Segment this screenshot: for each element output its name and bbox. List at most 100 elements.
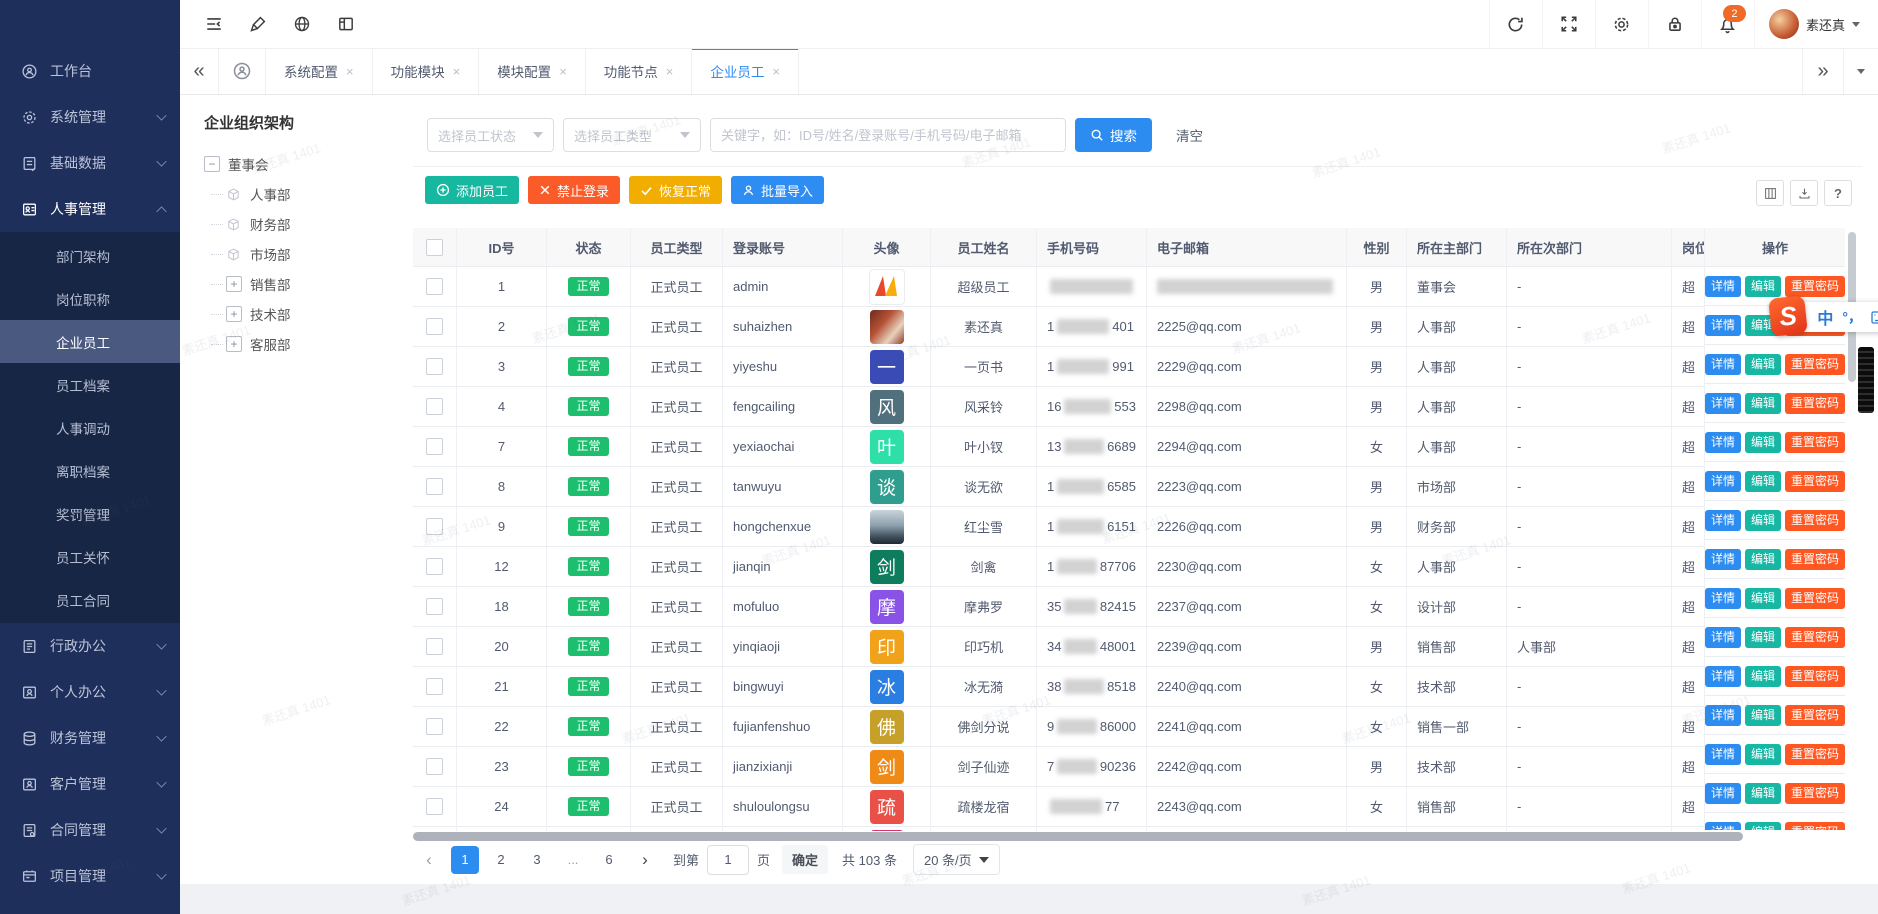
detail-button[interactable]: 详情 xyxy=(1705,276,1741,297)
reset-password-button[interactable]: 重置密码 xyxy=(1785,471,1845,492)
confirm-button[interactable]: 确定 xyxy=(782,845,828,874)
reset-password-button[interactable]: 重置密码 xyxy=(1785,627,1845,648)
menu-fold-icon[interactable] xyxy=(192,0,236,48)
row-checkbox[interactable] xyxy=(426,398,443,415)
tabs-scroll-left[interactable]: « xyxy=(180,48,219,94)
sidebar-item-7[interactable]: 客户管理 xyxy=(0,761,180,807)
globe-icon[interactable] xyxy=(280,0,324,48)
detail-button[interactable]: 详情 xyxy=(1705,432,1741,453)
ime-side-widget[interactable] xyxy=(1858,347,1874,413)
sidebar-subitem-6[interactable]: 奖罚管理 xyxy=(0,492,180,535)
user-menu[interactable]: 素还真 xyxy=(1754,0,1870,48)
detail-button[interactable]: 详情 xyxy=(1705,588,1741,609)
sidebar-item-3[interactable]: 人事管理 xyxy=(0,186,180,232)
reset-password-button[interactable]: 重置密码 xyxy=(1785,705,1845,726)
row-checkbox[interactable] xyxy=(426,318,443,335)
page-button-6[interactable]: 6 xyxy=(595,846,623,874)
detail-button[interactable]: 详情 xyxy=(1705,315,1741,336)
reset-password-button[interactable]: 重置密码 xyxy=(1785,276,1845,297)
columns-icon[interactable] xyxy=(1756,180,1784,206)
close-icon[interactable]: × xyxy=(772,64,780,79)
tabs-scroll-right[interactable]: » xyxy=(1802,48,1843,94)
edit-button[interactable]: 编辑 xyxy=(1745,510,1781,531)
edit-button[interactable]: 编辑 xyxy=(1745,705,1781,726)
ime-mode-button[interactable]: 中 xyxy=(1817,305,1833,329)
sidebar-item-9[interactable]: 项目管理 xyxy=(0,853,180,899)
ime-logo[interactable]: S xyxy=(1768,295,1808,337)
reset-password-button[interactable]: 重置密码 xyxy=(1785,588,1845,609)
sidebar-subitem-2[interactable]: 企业员工 xyxy=(0,320,180,363)
tree-node-2[interactable]: 市场部 xyxy=(226,239,404,269)
expand-icon[interactable]: + xyxy=(226,336,242,352)
tree-node-4[interactable]: + 技术部 xyxy=(226,299,404,329)
keyboard-icon[interactable] xyxy=(1871,311,1878,324)
reset-password-button[interactable]: 重置密码 xyxy=(1785,354,1845,375)
detail-button[interactable]: 详情 xyxy=(1705,627,1741,648)
clear-button[interactable]: 清空 xyxy=(1176,125,1203,145)
close-icon[interactable]: × xyxy=(666,64,674,79)
sidebar-subitem-8[interactable]: 员工合同 xyxy=(0,578,180,621)
row-checkbox[interactable] xyxy=(426,718,443,735)
reset-password-button[interactable]: 重置密码 xyxy=(1785,666,1845,687)
reset-password-button[interactable]: 重置密码 xyxy=(1785,744,1845,765)
row-checkbox[interactable] xyxy=(426,518,443,535)
edit-button[interactable]: 编辑 xyxy=(1745,354,1781,375)
edit-button[interactable]: 编辑 xyxy=(1745,783,1781,804)
cube-icon[interactable] xyxy=(226,186,242,202)
row-checkbox[interactable] xyxy=(426,438,443,455)
toolbar-button-0[interactable]: 添加员工 xyxy=(425,176,519,204)
detail-button[interactable]: 详情 xyxy=(1705,510,1741,531)
tab-2[interactable]: 模块配置 × xyxy=(479,48,586,94)
tree-node-5[interactable]: + 客服部 xyxy=(226,329,404,359)
tree-node-0[interactable]: 人事部 xyxy=(226,179,404,209)
sidebar-item-10[interactable]: 知识网盘 xyxy=(0,899,180,914)
jump-page-input[interactable] xyxy=(707,845,749,875)
edit-button[interactable]: 编辑 xyxy=(1745,471,1781,492)
row-checkbox[interactable] xyxy=(426,678,443,695)
export-icon[interactable] xyxy=(1790,180,1818,206)
sidebar-item-1[interactable]: 系统管理 xyxy=(0,94,180,140)
sidebar-item-4[interactable]: 行政办公 xyxy=(0,623,180,669)
edit-button[interactable]: 编辑 xyxy=(1745,822,1781,831)
detail-button[interactable]: 详情 xyxy=(1705,393,1741,414)
reset-password-button[interactable]: 重置密码 xyxy=(1785,510,1845,531)
sidebar-item-2[interactable]: 基础数据 xyxy=(0,140,180,186)
detail-button[interactable]: 详情 xyxy=(1705,744,1741,765)
collapse-icon[interactable]: − xyxy=(204,156,220,172)
detail-button[interactable]: 详情 xyxy=(1705,354,1741,375)
fullscreen-icon[interactable] xyxy=(1542,0,1595,48)
next-page-button[interactable]: › xyxy=(631,846,659,874)
detail-button[interactable]: 详情 xyxy=(1705,783,1741,804)
toolbar-button-1[interactable]: 禁止登录 xyxy=(528,176,620,204)
gear-icon[interactable] xyxy=(1595,0,1648,48)
ime-punctuation-button[interactable]: °， xyxy=(1842,307,1862,327)
sidebar-subitem-0[interactable]: 部门架构 xyxy=(0,234,180,277)
search-button[interactable]: 搜索 xyxy=(1075,118,1152,152)
reset-password-button[interactable]: 重置密码 xyxy=(1785,822,1845,831)
row-checkbox[interactable] xyxy=(426,798,443,815)
edit-button[interactable]: 编辑 xyxy=(1745,393,1781,414)
refresh-icon[interactable] xyxy=(1489,0,1542,48)
edit-button[interactable]: 编辑 xyxy=(1745,549,1781,570)
close-icon[interactable]: × xyxy=(453,64,461,79)
select-all-checkbox[interactable] xyxy=(426,239,443,256)
detail-button[interactable]: 详情 xyxy=(1705,666,1741,687)
horizontal-scrollbar[interactable] xyxy=(413,832,1845,841)
page-button-1[interactable]: 1 xyxy=(451,846,479,874)
cube-icon[interactable] xyxy=(226,246,242,262)
reset-password-button[interactable]: 重置密码 xyxy=(1785,432,1845,453)
lock-icon[interactable] xyxy=(1648,0,1701,48)
edit-button[interactable]: 编辑 xyxy=(1745,276,1781,297)
close-icon[interactable]: × xyxy=(559,64,567,79)
row-checkbox[interactable] xyxy=(426,278,443,295)
tree-node-1[interactable]: 财务部 xyxy=(226,209,404,239)
detail-button[interactable]: 详情 xyxy=(1705,822,1741,831)
layout-icon[interactable] xyxy=(324,0,368,48)
page-size-select[interactable]: 20 条/页 xyxy=(913,844,1000,875)
prev-page-button[interactable]: ‹ xyxy=(415,846,443,874)
close-icon[interactable]: × xyxy=(346,64,354,79)
sidebar-subitem-3[interactable]: 员工档案 xyxy=(0,363,180,406)
row-checkbox[interactable] xyxy=(426,758,443,775)
reset-password-button[interactable]: 重置密码 xyxy=(1785,549,1845,570)
row-checkbox[interactable] xyxy=(426,638,443,655)
